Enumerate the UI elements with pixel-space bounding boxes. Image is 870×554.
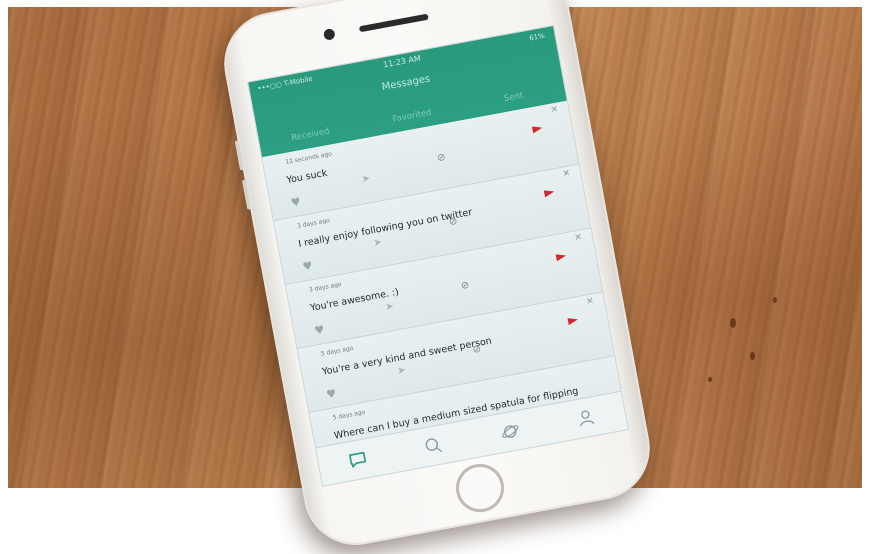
message-text: I really enjoy following you on twitter [297,206,474,250]
wood-knot [708,377,712,382]
tab-label: Sent [503,90,525,105]
status-battery: 61% [528,31,546,43]
wood-knot [750,352,755,360]
send-icon[interactable]: ➤ [373,237,383,249]
planet-icon [501,425,519,438]
flag-icon[interactable] [566,315,580,327]
send-icon[interactable]: ➤ [396,365,406,377]
message-time: 3 days ago [296,217,331,230]
message-time: 3 days ago [308,280,343,294]
close-icon[interactable]: ✕ [574,232,583,243]
send-icon[interactable]: ➤ [361,173,371,185]
heart-icon[interactable]: ♥ [302,259,314,274]
block-icon[interactable]: ⊘ [436,152,446,164]
block-icon[interactable]: ⊘ [472,344,482,356]
heart-icon[interactable]: ♥ [290,195,302,210]
heart-icon[interactable]: ♥ [325,387,337,402]
flag-icon[interactable] [555,251,569,263]
message-time: 5 days ago [332,408,366,422]
block-icon[interactable]: ⊘ [460,280,470,292]
tab-label: Favorited [391,107,433,125]
heart-icon[interactable]: ♥ [313,323,325,338]
profile-icon [580,410,595,427]
wood-knot [730,318,736,328]
flag-icon[interactable] [531,124,545,136]
close-icon[interactable]: ✕ [586,296,595,307]
close-icon[interactable]: ✕ [550,105,559,116]
block-icon[interactable]: ⊘ [448,216,458,228]
tab-label: Received [290,126,331,144]
wood-knot [773,297,777,303]
message-text: You're a very kind and sweet person [321,335,493,378]
search-icon [425,438,443,452]
message-time: 5 days ago [320,344,355,358]
chat-bubble-icon [348,451,366,468]
send-icon[interactable]: ➤ [385,301,395,313]
message-time: 12 seconds ago [284,150,333,166]
flag-icon[interactable] [543,187,557,199]
close-icon[interactable]: ✕ [562,168,571,179]
message-text: You suck [285,167,329,187]
